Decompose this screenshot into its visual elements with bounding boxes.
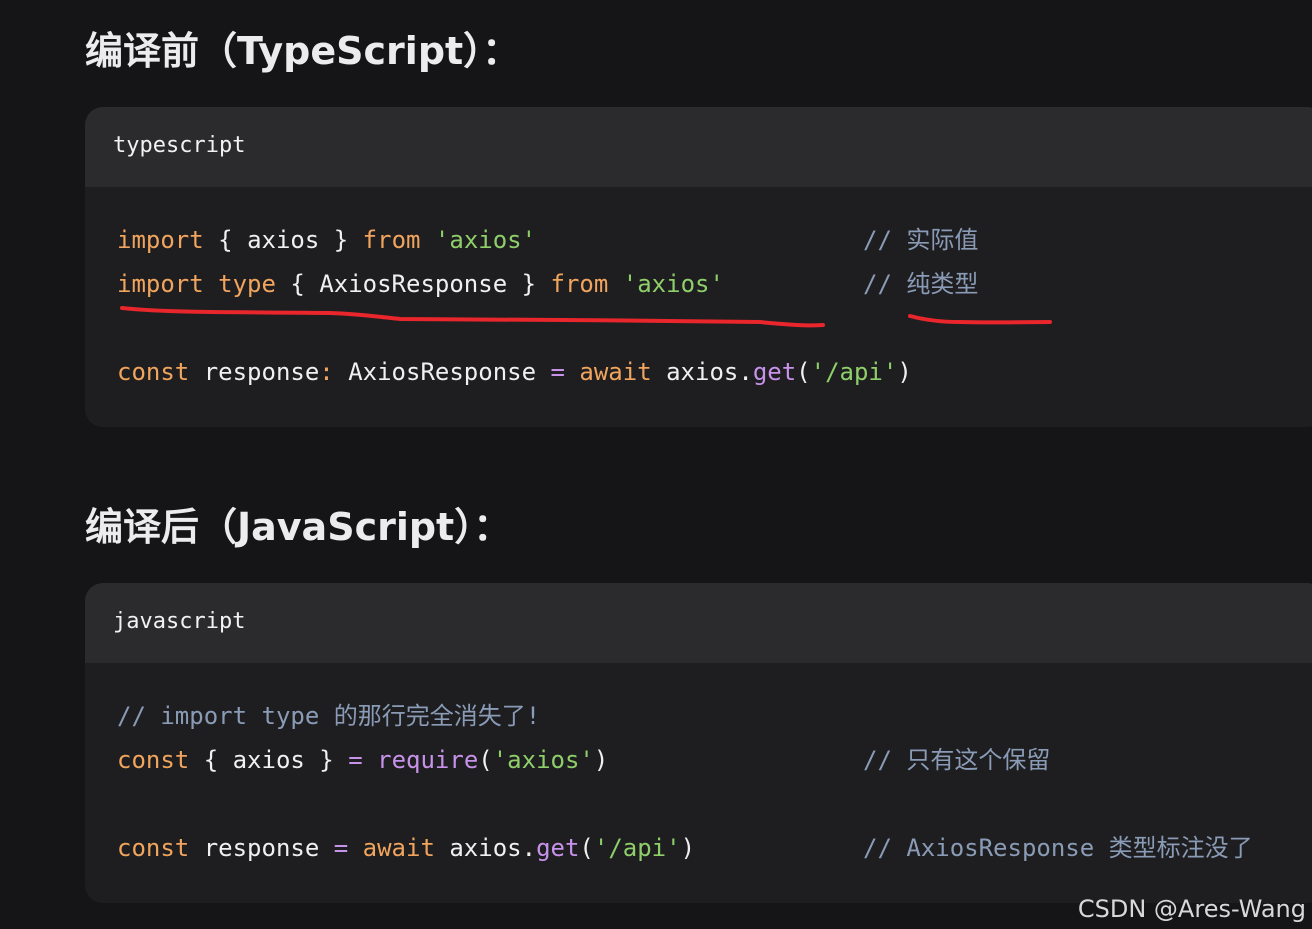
code-token: type (218, 270, 276, 298)
code-token: const (117, 358, 190, 386)
code-line: import { axios } from 'axios' (117, 223, 536, 257)
code-token: } (319, 226, 363, 254)
section-heading-javascript: 编译后（JavaScript）： (85, 505, 512, 549)
code-block-header: typescript (85, 107, 1312, 187)
code-token: = (348, 746, 363, 774)
code-token: import (117, 226, 204, 254)
code-line: const response: AxiosResponse = await ax… (117, 355, 912, 389)
code-token: ( (478, 746, 493, 774)
code-token: = (333, 834, 349, 862)
code-line: // import type 的那行完全消失了! (117, 699, 540, 733)
code-token: // import type 的那行完全消失了! (117, 702, 541, 730)
code-token: { (189, 746, 233, 774)
section-heading-typescript: 编译前（TypeScript）： (85, 29, 521, 73)
code-token: 'axios' (434, 226, 537, 254)
code-token: axios. (651, 358, 753, 386)
code-token: '/api' (810, 358, 898, 386)
code-token: : (319, 358, 334, 386)
code-token: response (189, 834, 334, 862)
code-comment: // AxiosResponse 类型标注没了 (863, 834, 1253, 862)
code-token: from (362, 226, 421, 254)
code-token: import (117, 270, 204, 298)
code-token: const (117, 746, 190, 774)
code-token: '/api' (593, 834, 681, 862)
code-token: ) (593, 746, 609, 774)
code-token: require (377, 746, 479, 774)
code-token: = (550, 358, 565, 386)
code-language-label: typescript (113, 133, 246, 158)
code-line: import type { AxiosResponse } from 'axio… (117, 267, 724, 301)
code-token: } (507, 270, 551, 298)
code-token: await (579, 358, 652, 386)
code-token: axios. (434, 834, 537, 862)
code-token: axios (247, 226, 320, 254)
code-token: axios (232, 746, 305, 774)
code-token: AxiosResponse (319, 270, 508, 298)
code-comment: // 实际值 (863, 226, 979, 254)
code-token: 'axios' (622, 270, 724, 298)
code-token: response (189, 358, 320, 386)
code-token: ) (897, 358, 912, 386)
code-token: get (536, 834, 580, 862)
page: 编译前（TypeScript）： typescript import { axi… (0, 0, 1312, 929)
code-token: { (203, 226, 248, 254)
code-token: { (275, 270, 320, 298)
code-comment: // 纯类型 (863, 270, 979, 298)
code-token: get (752, 358, 797, 386)
code-block-javascript: javascript // import type 的那行完全消失了! cons… (85, 583, 1312, 903)
code-line: const response = await axios.get('/api') (117, 831, 695, 865)
code-block-typescript: typescript import { axios } from 'axios'… (85, 107, 1312, 427)
code-token: 'axios' (492, 746, 594, 774)
code-token: await (362, 834, 435, 862)
code-token: } (304, 746, 349, 774)
code-token: ( (796, 358, 811, 386)
code-language-label: javascript (113, 609, 246, 634)
code-block-header: javascript (85, 583, 1312, 663)
code-token: ( (579, 834, 594, 862)
code-token: ) (680, 834, 696, 862)
code-comment: // 只有这个保留 (863, 746, 1051, 774)
code-line: const { axios } = require('axios') (117, 743, 608, 777)
code-token: from (550, 270, 609, 298)
code-token: AxiosResponse (333, 358, 551, 386)
code-token: const (117, 834, 190, 862)
watermark: CSDN @Ares-Wang (1077, 895, 1306, 923)
